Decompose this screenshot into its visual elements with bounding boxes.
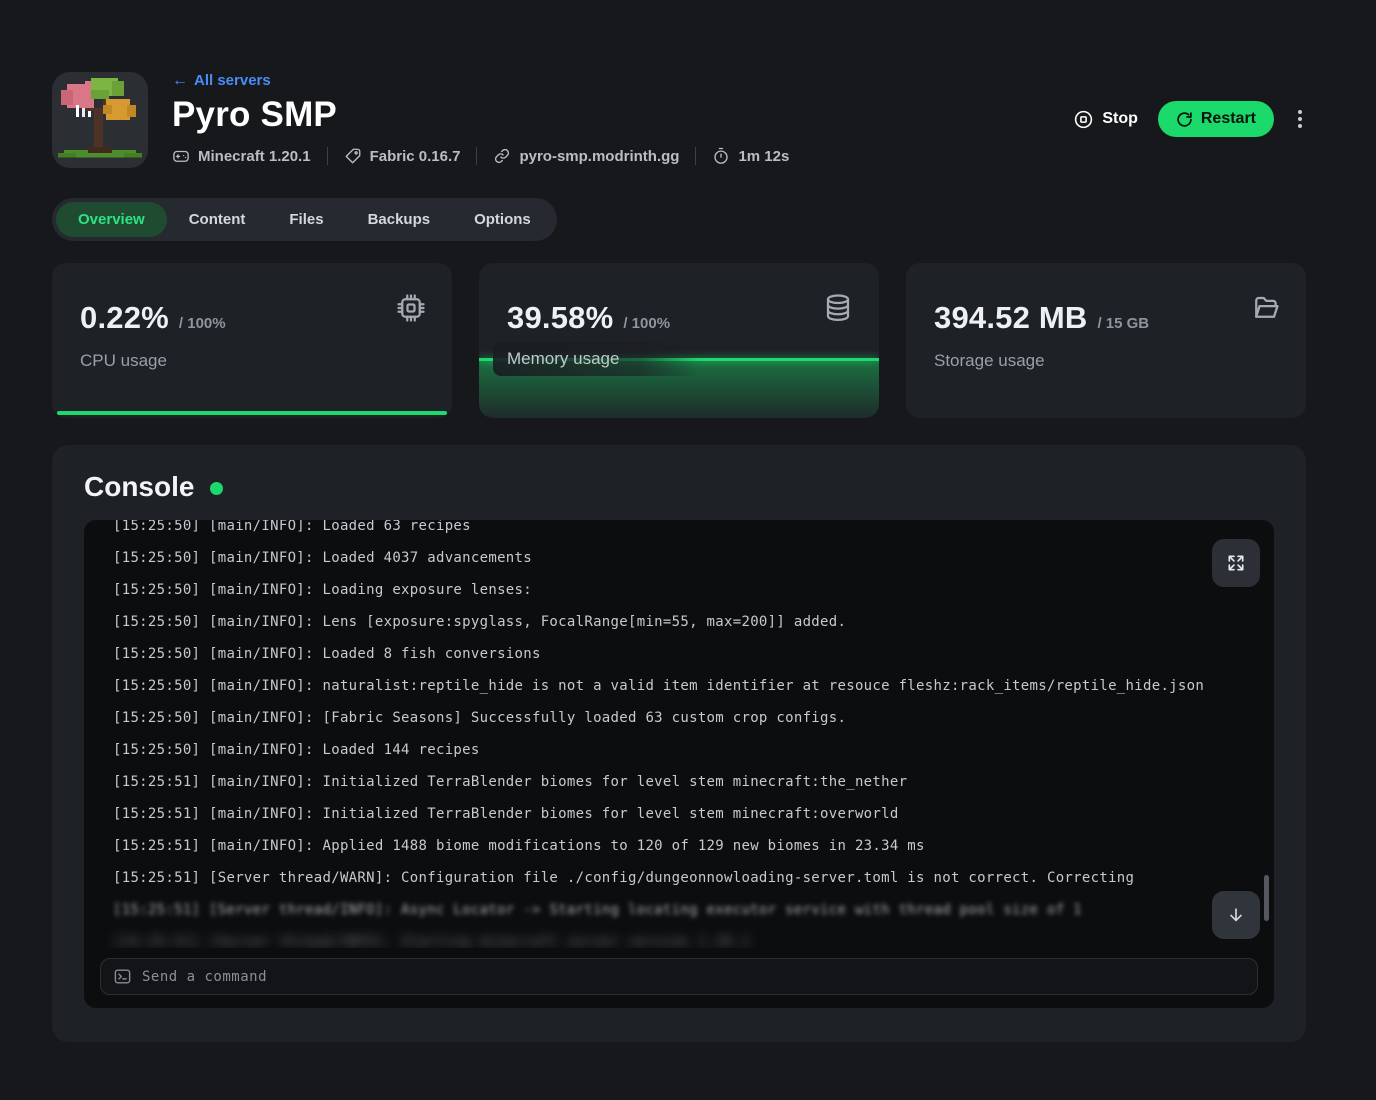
more-options-button[interactable] [1294,106,1306,132]
stop-button[interactable]: Stop [1073,109,1138,130]
tag-icon [344,147,362,165]
timer-icon [712,147,730,165]
tab-options[interactable]: Options [452,202,553,237]
stop-icon [1073,109,1094,130]
command-input[interactable] [142,969,1257,985]
meta-label: 1m 12s [738,148,789,165]
cpu-icon [396,293,426,323]
server-meta-link[interactable]: pyro-smp.modrinth.gg [493,147,679,165]
console-log-line: [15:25:50] [main/INFO]: [Fabric Seasons]… [113,702,1274,734]
storage-usage-limit: / 15 GB [1097,315,1149,332]
console-log-line: [15:25:51] [main/INFO]: Applied 1488 bio… [113,830,1274,862]
console-title: Console [84,471,194,503]
section-tabbar: OverviewContentFilesBackupsOptions [52,198,557,241]
memory-usage-value: 39.58% [507,300,613,336]
meta-divider [476,147,477,165]
meta-label: pyro-smp.modrinth.gg [519,148,679,165]
gamepad-icon [172,147,190,165]
memory-usage-label-chip: Memory usage [493,342,699,376]
scroll-to-bottom-button[interactable] [1212,891,1260,939]
console-log-line: [15:25:50] [main/INFO]: Lens [exposure:s… [113,606,1274,638]
cpu-usage-limit: / 100% [179,315,226,332]
console-log-line: [15:25:51] [Server thread/WARN]: Configu… [113,862,1274,894]
restart-icon [1176,111,1193,128]
cpu-usage-value: 0.22% [80,300,169,336]
console-card: Console [15:25:50] [main/INFO]: Loaded 6… [52,445,1306,1042]
back-to-all-servers-link[interactable]: ← All servers [172,72,789,89]
expand-icon [1226,553,1246,573]
arrow-down-icon [1226,905,1246,925]
console-log-line: [15:25:50] [main/INFO]: Loaded 8 fish co… [113,638,1274,670]
memory-usage-limit: / 100% [623,315,670,332]
meta-divider [327,147,328,165]
terminal-prompt-icon [113,967,132,986]
console-scrollbar-thumb[interactable] [1264,875,1269,921]
server-avatar [52,72,148,168]
console-status-dot [210,482,223,495]
cpu-usage-card: 0.22% / 100% CPU usage [52,263,452,418]
meta-divider [695,147,696,165]
tab-content[interactable]: Content [167,202,268,237]
server-meta-row: Minecraft 1.20.1 Fabric 0.16.7 pyro-smp.mo… [172,147,789,165]
server-meta-timer: 1m 12s [712,147,789,165]
tab-backups[interactable]: Backups [346,202,453,237]
console-log-line: [15:25:50] [main/INFO]: Loaded 144 recip… [113,734,1274,766]
console-log-line: [15:25:50] [main/INFO]: Loading exposure… [113,574,1274,606]
console-log-line: [15:25:51] [Server thread/INFO]: Startin… [113,926,1274,948]
console-log-line: [15:25:51] [main/INFO]: Initialized Terr… [113,766,1274,798]
back-arrow-icon: ← [172,73,188,89]
console-log-line: [15:25:50] [main/INFO]: Loaded 4037 adva… [113,542,1274,574]
link-icon [493,147,511,165]
cpu-usage-label: CPU usage [80,351,167,371]
server-meta-tag: Fabric 0.16.7 [344,147,461,165]
cpu-usage-bar [57,411,447,415]
console-log-line: [15:25:51] [Server thread/INFO]: Async L… [113,894,1274,926]
memory-usage-card: 39.58% / 100% Memory usage [479,263,879,418]
console-log-line: [15:25:50] [main/INFO]: naturalist:repti… [113,670,1274,702]
server-title: Pyro SMP [172,95,789,135]
database-icon [823,293,853,323]
back-link-label: All servers [194,72,271,89]
folder-open-icon [1250,293,1280,323]
storage-usage-value: 394.52 MB [934,300,1087,336]
console-fullscreen-button[interactable] [1212,539,1260,587]
restart-button[interactable]: Restart [1158,101,1274,137]
server-actions: Stop Restart [1073,100,1306,138]
command-input-box [100,958,1258,995]
console-log-line: [15:25:50] [main/INFO]: Loaded 63 recipe… [113,520,1274,542]
meta-label: Minecraft 1.20.1 [198,148,311,165]
server-meta-gamepad: Minecraft 1.20.1 [172,147,311,165]
console-log-line: [15:25:51] [main/INFO]: Initialized Terr… [113,798,1274,830]
stats-row: 0.22% / 100% CPU usage 39.58% / 100% Mem… [52,263,1306,418]
tree-pixel-art [52,72,148,168]
tab-overview[interactable]: Overview [56,202,167,237]
tab-files[interactable]: Files [267,202,345,237]
console-terminal: [15:25:50] [main/INFO]: Loaded 63 recipe… [84,520,1274,1008]
meta-label: Fabric 0.16.7 [370,148,461,165]
memory-usage-label: Memory usage [507,349,619,369]
storage-usage-card: 394.52 MB / 15 GB Storage usage [906,263,1306,418]
console-log[interactable]: [15:25:50] [main/INFO]: Loaded 63 recipe… [84,520,1274,948]
storage-usage-label: Storage usage [934,351,1045,371]
